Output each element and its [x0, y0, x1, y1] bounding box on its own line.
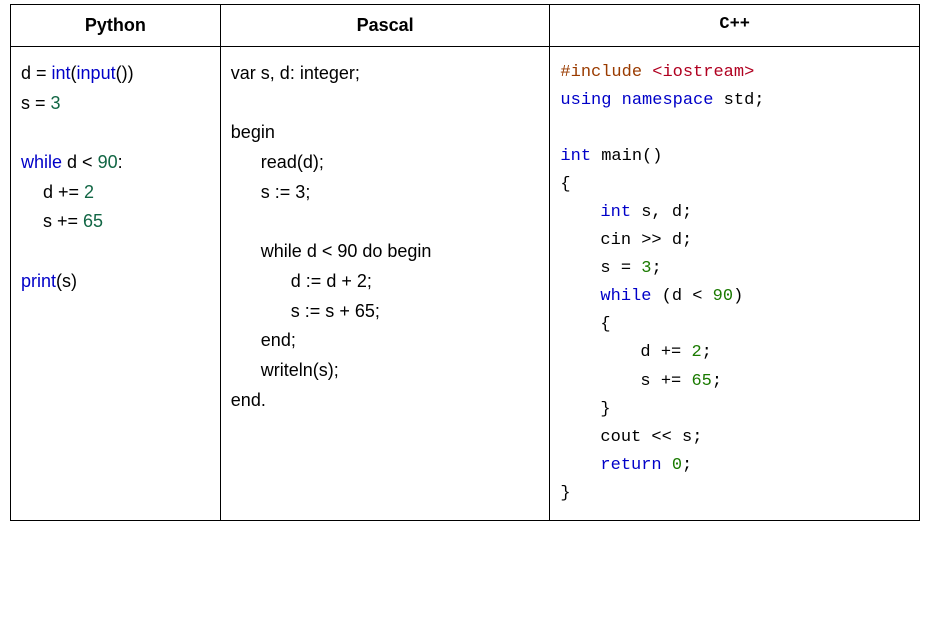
code-line: cout << s; — [560, 424, 909, 452]
code-line: d = int(input()) — [21, 59, 210, 89]
code-line — [231, 207, 540, 237]
code-line — [21, 118, 210, 148]
code-line: while d < 90 do begin — [231, 237, 540, 267]
cpp-code-cell: #include <iostream> using namespace std;… — [550, 47, 920, 521]
code-line: d += 2; — [560, 339, 909, 367]
code-line: cin >> d; — [560, 227, 909, 255]
code-line: s = 3 — [21, 89, 210, 119]
code-line: d := d + 2; — [231, 267, 540, 297]
code-line: int s, d; — [560, 199, 909, 227]
code-line: return 0; — [560, 452, 909, 480]
code-line — [560, 115, 909, 143]
code-line — [21, 237, 210, 267]
code-line: d += 2 — [21, 178, 210, 208]
code-line: read(d); — [231, 148, 540, 178]
code-line: } — [560, 396, 909, 424]
code-line — [231, 89, 540, 119]
code-line: print(s) — [21, 267, 210, 297]
code-line: s := s + 65; — [231, 297, 540, 327]
header-pascal: Pascal — [220, 5, 550, 47]
code-line: { — [560, 171, 909, 199]
code-line: end. — [231, 386, 540, 416]
code-line: var s, d: integer; — [231, 59, 540, 89]
code-line: { — [560, 311, 909, 339]
code-line: int main() — [560, 143, 909, 171]
code-line: using namespace std; — [560, 87, 909, 115]
code-line: begin — [231, 118, 540, 148]
code-line: #include <iostream> — [560, 59, 909, 87]
code-line: writeln(s); — [231, 356, 540, 386]
code-line: s += 65 — [21, 207, 210, 237]
code-line: while d < 90: — [21, 148, 210, 178]
header-python: Python — [11, 5, 221, 47]
header-cpp: C++ — [550, 5, 920, 47]
python-code-cell: d = int(input()) s = 3 while d < 90: d +… — [11, 47, 221, 521]
code-line: s := 3; — [231, 178, 540, 208]
code-line: end; — [231, 326, 540, 356]
code-comparison-table: Python Pascal C++ d = int(input()) s = 3… — [10, 4, 920, 521]
code-line: s += 65; — [560, 368, 909, 396]
code-line: while (d < 90) — [560, 283, 909, 311]
code-line: } — [560, 480, 909, 508]
code-line: s = 3; — [560, 255, 909, 283]
pascal-code-cell: var s, d: integer; begin read(d); s := 3… — [220, 47, 550, 521]
